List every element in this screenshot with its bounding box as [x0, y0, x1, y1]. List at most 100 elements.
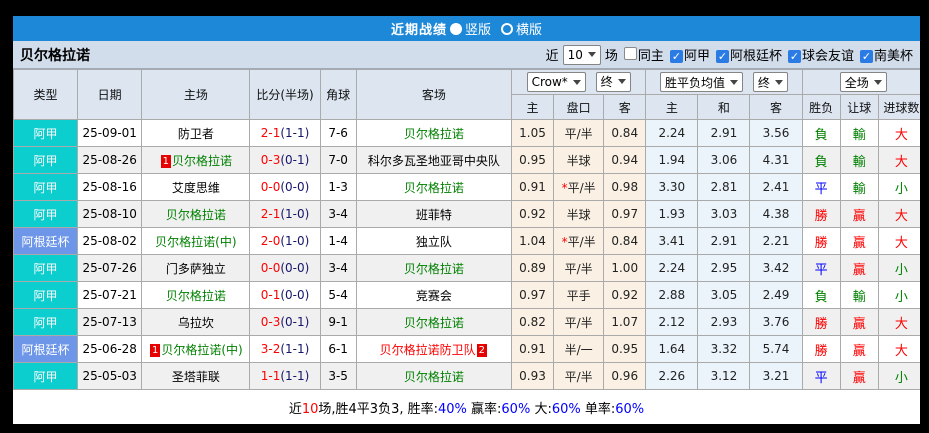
fulltime-score: 3-2 — [260, 342, 281, 356]
handicap-cell: 半球 — [553, 200, 605, 228]
handicap-value: 平/半 — [564, 315, 593, 330]
result-wdl-cell: 平 — [801, 254, 841, 282]
odds-time-select[interactable]: 终 — [595, 71, 631, 92]
date-cell: 25-08-26 — [77, 146, 143, 174]
handicap-cell: *平/半 — [553, 227, 605, 255]
competition-checkbox-label-2[interactable]: 阿根廷杯 — [730, 49, 782, 64]
match-row: 阿甲 25-08-16 艾度思维 0-0(0-0) 1-3 贝尔格拉诺 0.91 *平/半 0.… — [13, 173, 920, 201]
home-team-name: 防卫者 — [177, 126, 214, 141]
scope-select[interactable]: 全场 — [839, 72, 887, 92]
away-odds-cell: 0.84 — [603, 227, 647, 255]
mean-type-select[interactable]: 胜平负均值 — [660, 72, 744, 92]
corners-cell: 3-4 — [319, 200, 357, 228]
team-name: 贝尔格拉诺 — [20, 47, 90, 64]
score-cell: 0-0(0-0) — [249, 254, 321, 282]
score-cell: 2-0(1-0) — [249, 227, 321, 255]
corners-cell: 9-1 — [319, 308, 357, 336]
away-team-cell: 竞赛会 — [355, 281, 513, 309]
competition-checkbox-2[interactable]: ✓ — [715, 50, 729, 63]
league-cell: 阿甲 — [13, 254, 79, 282]
away-team-cell: 贝尔格拉诺 — [355, 362, 513, 390]
result-wdl-cell: 勝 — [801, 335, 841, 363]
mean-away-cell: 2.21 — [749, 227, 803, 255]
league-cell: 阿甲 — [13, 173, 79, 201]
fulltime-score: 2-0 — [260, 234, 281, 248]
col-header-odds-away: 客 — [603, 94, 647, 120]
vertical-layout-radio[interactable] — [449, 22, 462, 35]
home-team-cell: 1 贝尔格拉诺 — [141, 146, 251, 174]
result-goals-cell: 大 — [877, 119, 920, 147]
result-wdl-cell: 勝 — [801, 200, 841, 228]
away-team-name: 竞赛会 — [415, 288, 452, 303]
mean-home-cell: 2.24 — [645, 119, 699, 147]
away-team-name: 贝尔格拉诺 — [403, 315, 464, 330]
competition-checkbox-4[interactable]: ✓ — [859, 50, 873, 63]
away-odds-cell: 1.07 — [603, 308, 647, 336]
score-cell: 3-2(1-1) — [249, 335, 321, 363]
home-team-name: 门多萨独立 — [165, 261, 226, 276]
mean-draw-cell: 2.91 — [697, 227, 751, 255]
home-team-name: 贝尔格拉诺 — [165, 288, 226, 303]
away-team-name: 独立队 — [415, 234, 452, 249]
away-odds-cell: 0.95 — [603, 335, 647, 363]
bookmaker-select[interactable]: Crow* — [526, 72, 586, 93]
result-handicap-cell: 輸 — [839, 119, 879, 147]
mean-home-cell: 2.88 — [645, 281, 699, 309]
fulltime-score: 0-0 — [260, 180, 281, 194]
away-odds-cell: 0.92 — [603, 281, 647, 309]
col-header-handicap-result: 让球 — [839, 94, 879, 120]
result-handicap-cell: 輸 — [839, 146, 879, 174]
home-team-name: 乌拉坎 — [177, 315, 214, 330]
away-odds-cell: 0.97 — [603, 200, 647, 228]
horizontal-layout-radio[interactable] — [501, 22, 513, 35]
handicap-cell: 平手 — [553, 281, 605, 309]
home-team-name: 艾度思维 — [171, 180, 220, 195]
fulltime-score: 0-3 — [260, 315, 281, 329]
competition-checkbox-label-4[interactable]: 南美杯 — [874, 49, 913, 64]
handicap-value: 平手 — [566, 288, 591, 303]
home-odds-cell: 0.82 — [510, 308, 555, 336]
date-cell: 25-05-03 — [77, 362, 143, 390]
horizontal-layout-label[interactable]: 横版 — [516, 19, 542, 38]
home-team-cell: 门多萨独立 — [141, 254, 251, 282]
competition-checkbox-label-0[interactable]: 同主 — [638, 49, 664, 64]
match-count-select[interactable]: 10 — [562, 44, 601, 65]
mean-draw-cell: 2.93 — [697, 308, 751, 336]
away-team-name: 贝尔格拉诺 — [403, 369, 464, 384]
vertical-layout-label[interactable]: 竖版 — [465, 19, 491, 38]
col-header-wdl: 胜负 — [801, 94, 841, 120]
mean-time-select[interactable]: 终 — [752, 72, 788, 92]
competition-checkbox-0[interactable] — [623, 47, 637, 60]
home-team-cell: 乌拉坎 — [141, 308, 251, 336]
away-team-cell: 独立队 — [355, 227, 513, 255]
away-team-name: 贝尔格拉诺 — [403, 261, 464, 276]
competition-checkbox-1[interactable]: ✓ — [669, 50, 683, 63]
match-row: 阿甲 25-07-26 门多萨独立 0-0(0-0) 3-4 贝尔格拉诺 0.89 平/半 1.… — [13, 254, 920, 282]
competition-checkbox-3[interactable]: ✓ — [787, 50, 801, 63]
away-team-cell: 贝尔格拉诺 — [355, 173, 513, 201]
result-handicap-cell: 贏 — [839, 308, 879, 336]
competition-checkbox-label-3[interactable]: 球会友谊 — [802, 49, 854, 64]
handicap-cell: 平/半 — [553, 308, 605, 336]
home-team-cell: 贝尔格拉诺 — [141, 200, 251, 228]
mean-home-cell: 1.93 — [645, 200, 699, 228]
col-header-handicap: 盘口 — [553, 94, 605, 120]
handicap-cell: 平/半 — [553, 119, 605, 147]
away-team-name: 贝尔格拉诺 — [403, 126, 464, 141]
chevron-down-icon — [587, 52, 596, 57]
date-cell: 25-08-16 — [77, 173, 143, 201]
mean-draw-cell: 3.06 — [697, 146, 751, 174]
league-cell: 阿甲 — [13, 200, 79, 228]
competition-checkbox-label-1[interactable]: 阿甲 — [684, 49, 710, 64]
competition-filters: 同主 ✓ 阿甲 ✓ 阿根廷杯 ✓ 球会友谊 ✓ 南美杯 — [618, 45, 913, 64]
summary-text: 近10场,胜4平3负3, 胜率:40% 赢率:60% 大:60% 单率:60% — [288, 401, 645, 417]
away-team-cell: 贝尔格拉诺 — [355, 308, 513, 336]
result-wdl-cell: 負 — [801, 119, 841, 147]
mean-draw-cell: 3.12 — [697, 362, 751, 390]
window-frame: 近期战绩 竖版 横版 贝尔格拉诺 近 10 场 同主 ✓ 阿甲 ✓ 阿根廷杯 ✓ 球会友谊 ✓… — [0, 0, 929, 433]
handicap-cell: 平/半 — [553, 362, 605, 390]
result-goals-cell: 大 — [877, 335, 920, 363]
league-cell: 阿甲 — [13, 146, 79, 174]
matches-label: 场 — [604, 49, 618, 64]
mean-draw-cell: 2.81 — [697, 173, 751, 201]
